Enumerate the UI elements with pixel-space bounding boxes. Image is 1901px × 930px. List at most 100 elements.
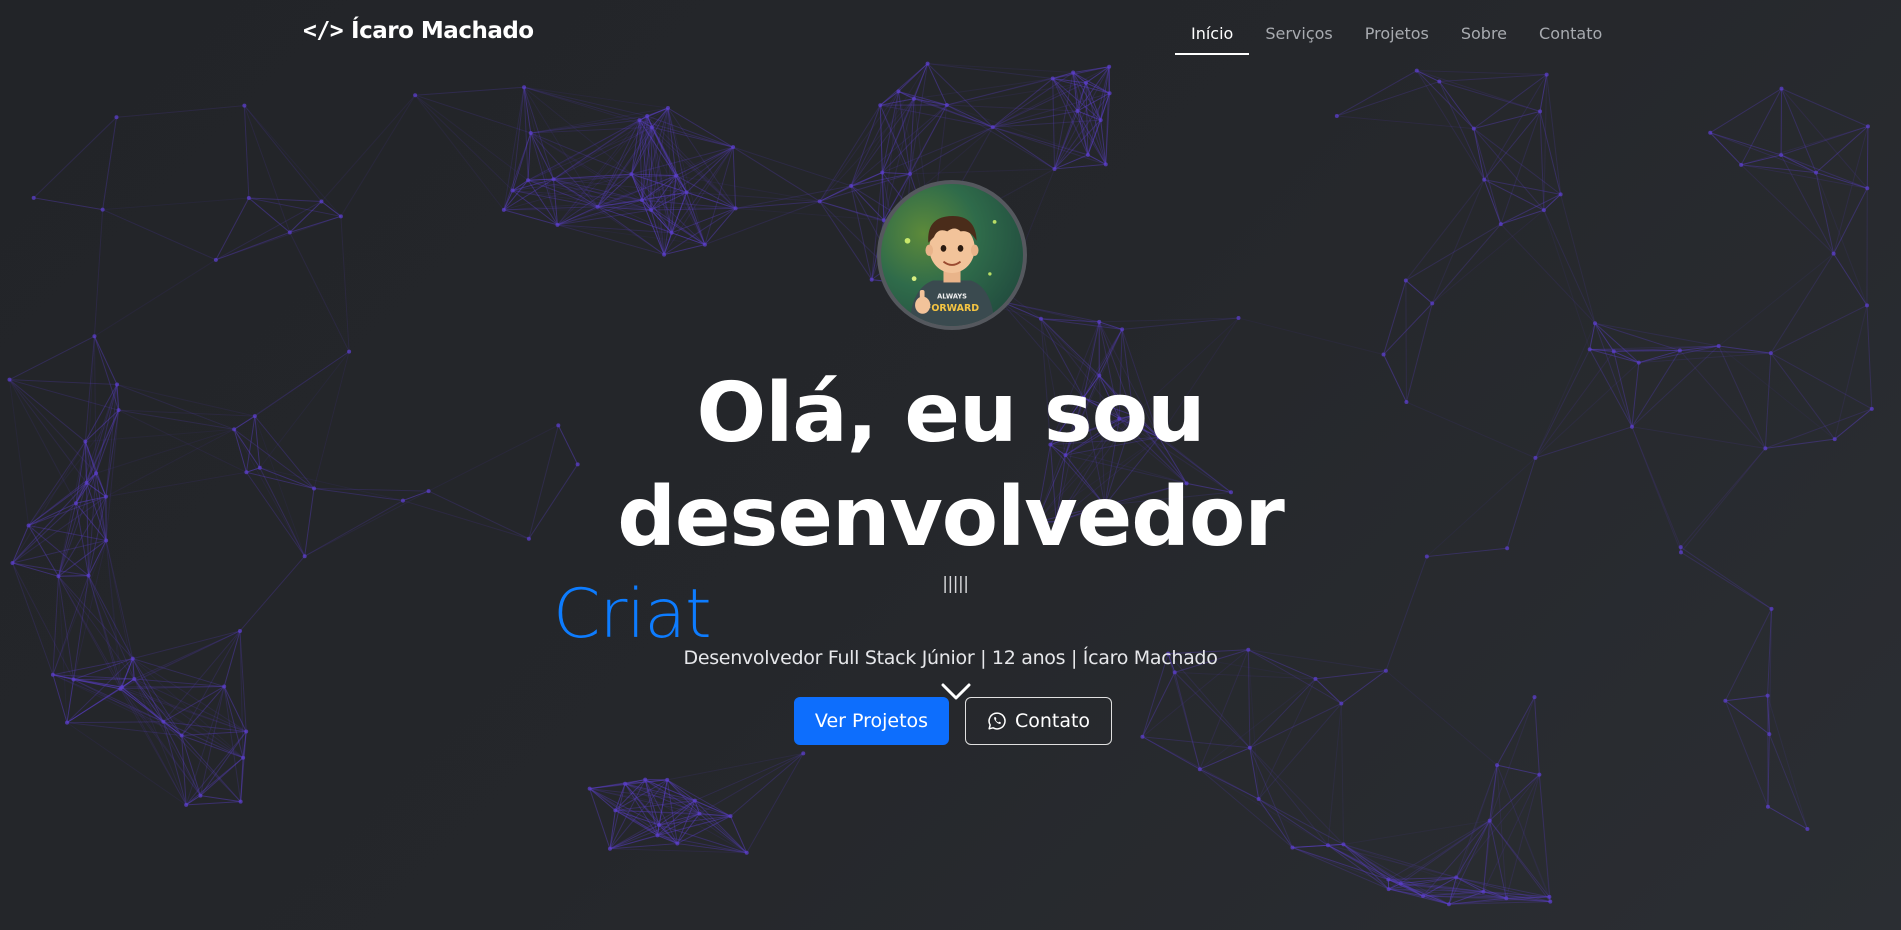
network-node [246, 195, 251, 200]
typing-cursor: ||||| [940, 574, 971, 594]
network-node [639, 198, 644, 203]
network-node [56, 574, 61, 579]
network-node [1767, 732, 1772, 737]
network-node [1290, 845, 1295, 850]
network-node [613, 808, 618, 813]
network-node [869, 277, 874, 282]
network-node [607, 846, 612, 851]
shirt-text-1: ALWAYS [937, 293, 967, 301]
hero-title-line2: desenvolvedor [617, 470, 1285, 565]
network-node [244, 729, 249, 734]
network-node [31, 195, 36, 200]
network-node [817, 199, 822, 204]
network-node [587, 786, 592, 791]
network-node [1421, 894, 1426, 899]
network-node [338, 214, 343, 219]
network-node [1739, 162, 1744, 167]
network-node [1454, 875, 1459, 880]
network-node [1386, 877, 1391, 882]
network-node [551, 177, 556, 182]
network-node [801, 751, 806, 756]
network-node [911, 96, 916, 101]
network-node [692, 798, 697, 803]
network-node [1247, 745, 1252, 750]
network-node [1769, 606, 1774, 611]
network-node [733, 206, 738, 211]
network-node [1864, 303, 1869, 308]
network-node [1611, 349, 1616, 354]
contact-label: Contato [1014, 710, 1091, 732]
network-node [522, 85, 527, 90]
network-node [665, 777, 670, 782]
nav-item-projetos[interactable]: Projetos [1349, 16, 1445, 55]
network-node [623, 781, 628, 786]
nav-item-inicio[interactable]: Início [1175, 16, 1250, 55]
network-node [287, 230, 292, 235]
network-node [1256, 797, 1261, 802]
network-node [1107, 91, 1112, 96]
network-node [1038, 316, 1043, 321]
network-node [1098, 118, 1103, 123]
network-node [1140, 734, 1145, 739]
network-node [1446, 902, 1451, 907]
view-projects-button[interactable]: Ver Projetos [794, 697, 949, 745]
nav-links: Início Serviços Projetos Sobre Contato [1175, 16, 1618, 55]
network-node [1403, 278, 1408, 283]
network-node [908, 171, 913, 176]
network-node [528, 131, 533, 136]
network-node [1547, 894, 1552, 899]
network-node [662, 252, 667, 257]
network-node [1071, 70, 1076, 75]
network-node [1538, 109, 1543, 114]
network-node [1768, 351, 1773, 356]
network-node [1677, 348, 1682, 353]
network-node [1085, 152, 1090, 157]
network-node [161, 719, 166, 724]
network-node [744, 850, 749, 855]
network-node [1558, 192, 1563, 197]
network-node [643, 777, 648, 782]
network-node [510, 188, 515, 193]
nav-item-contato[interactable]: Contato [1523, 16, 1618, 55]
network-node [728, 814, 733, 819]
network-node [665, 106, 670, 111]
network-node [595, 204, 600, 209]
contact-button[interactable]: Contato [965, 697, 1112, 745]
brand-name: Ícaro Machado [351, 18, 534, 44]
network-node [1083, 80, 1088, 85]
navbar: </> Ícaro Machado Início Serviços Projet… [0, 0, 1901, 70]
nav-item-sobre[interactable]: Sobre [1445, 16, 1523, 55]
network-node [896, 89, 901, 94]
network-node [1537, 772, 1542, 777]
typed-text: Criat [553, 575, 712, 654]
network-node [1075, 108, 1080, 113]
network-node [92, 334, 97, 339]
network-node [241, 755, 246, 760]
network-node [184, 802, 189, 807]
network-node [880, 170, 885, 175]
network-node [655, 833, 660, 838]
network-node [1865, 186, 1870, 191]
network-node [1482, 177, 1487, 182]
network-node [1386, 887, 1391, 892]
shirt-text-2: FORWARD [925, 303, 979, 314]
hero-title-line1: Olá, eu sou [696, 366, 1206, 461]
network-node [242, 103, 247, 108]
network-node [555, 222, 560, 227]
hero-subtitle: Desenvolvedor Full Stack Júnior | 12 ano… [683, 647, 1218, 669]
brand[interactable]: </> Ícaro Machado [303, 18, 534, 44]
network-node [132, 676, 137, 681]
network-node [1765, 804, 1770, 809]
network-node [1313, 676, 1318, 681]
network-node [629, 172, 634, 177]
avatar-illustration: ALWAYS FORWARD [904, 216, 997, 326]
network-node [100, 207, 105, 212]
network-node [1197, 767, 1202, 772]
nav-item-servicos[interactable]: Serviços [1249, 16, 1348, 55]
network-node [71, 677, 76, 682]
network-node [702, 242, 707, 247]
network-node [65, 720, 70, 725]
network-node [347, 349, 352, 354]
network-node [319, 199, 324, 204]
network-node [1236, 316, 1241, 321]
